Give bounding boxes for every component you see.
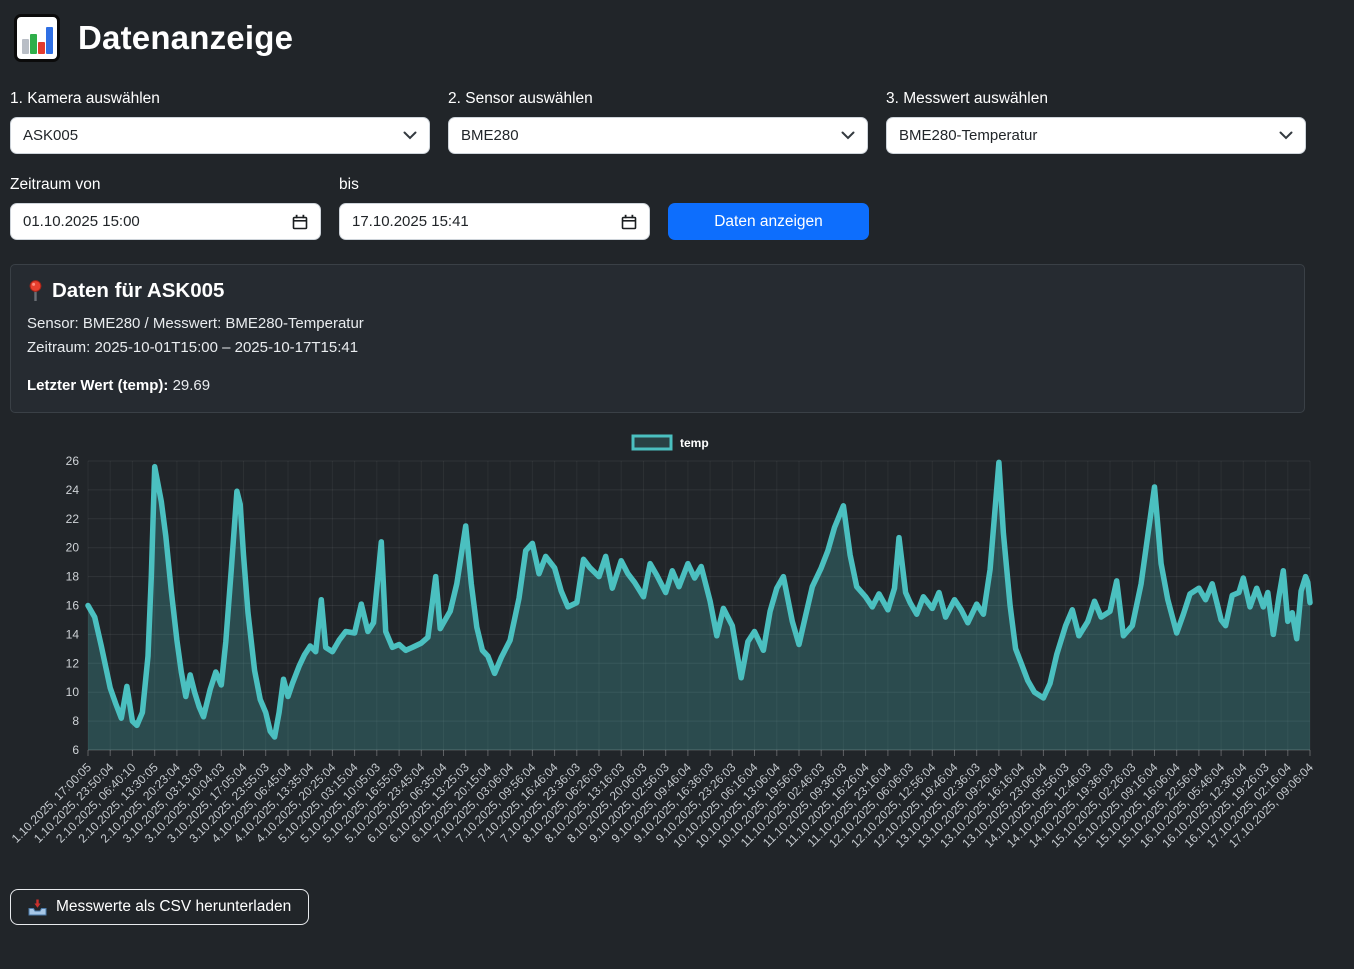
svg-text:10: 10 — [66, 685, 80, 699]
calendar-icon — [621, 214, 637, 230]
last-value-line: Letzter Wert (temp): 29.69 — [27, 377, 1288, 394]
chevron-down-icon — [403, 131, 417, 140]
date-from-value: 01.10.2025 15:00 — [23, 213, 140, 230]
inbox-tray-icon — [28, 899, 47, 916]
page-title: Datenanzeige — [78, 19, 293, 57]
date-row: Zeitraum von 01.10.2025 15:00 bis 17.10.… — [10, 176, 1344, 240]
period-info-line: Zeitraum: 2025-10-01T15:00 – 2025-10-17T… — [27, 336, 1288, 360]
svg-text:22: 22 — [66, 512, 80, 526]
show-data-button[interactable]: Daten anzeigen — [668, 203, 869, 240]
app-header: Datenanzeige — [14, 14, 1344, 62]
chevron-down-icon — [1279, 131, 1293, 140]
date-to-input[interactable]: 17.10.2025 15:41 — [339, 203, 650, 240]
measurement-select-value: BME280-Temperatur — [899, 127, 1037, 144]
download-csv-label: Messwerte als CSV herunterladen — [56, 898, 291, 916]
svg-text:8: 8 — [72, 714, 79, 728]
date-from-label: Zeitraum von — [10, 176, 321, 194]
sensor-select-value: BME280 — [461, 127, 519, 144]
last-value-label: Letzter Wert (temp): — [27, 377, 168, 394]
calendar-icon — [292, 214, 308, 230]
chart-canvas[interactable]: 681012141618202224261.10.2025, 17:00:051… — [10, 427, 1344, 887]
svg-text:12: 12 — [66, 656, 80, 670]
datenanzeige-page: Datenanzeige 1. Kamera auswählen ASK005 … — [0, 14, 1354, 925]
svg-text:16: 16 — [66, 599, 80, 613]
svg-text:24: 24 — [66, 483, 80, 497]
svg-text:temp: temp — [680, 436, 709, 450]
camera-select[interactable]: ASK005 — [10, 117, 430, 154]
temperature-line-chart[interactable]: 681012141618202224261.10.2025, 17:00:051… — [10, 427, 1344, 887]
round-pushpin-icon — [27, 280, 44, 302]
measurement-select[interactable]: BME280-Temperatur — [886, 117, 1306, 154]
chevron-down-icon — [841, 131, 855, 140]
svg-text:6: 6 — [72, 743, 79, 757]
date-to-value: 17.10.2025 15:41 — [352, 213, 469, 230]
info-panel-title: Daten für ASK005 — [52, 279, 224, 303]
svg-text:14: 14 — [66, 627, 80, 641]
camera-select-label: 1. Kamera auswählen — [10, 90, 430, 108]
date-to-label: bis — [339, 176, 650, 194]
svg-text:18: 18 — [66, 570, 80, 584]
sensor-select-label: 2. Sensor auswählen — [448, 90, 868, 108]
last-value: 29.69 — [173, 377, 211, 394]
sensor-info-line: Sensor: BME280 / Messwert: BME280-Temper… — [27, 312, 1288, 336]
download-csv-button[interactable]: Messwerte als CSV herunterladen — [10, 889, 309, 925]
svg-text:20: 20 — [66, 541, 80, 555]
select-row: 1. Kamera auswählen ASK005 2. Sensor aus… — [10, 90, 1344, 154]
svg-text:26: 26 — [66, 454, 80, 468]
sensor-select[interactable]: BME280 — [448, 117, 868, 154]
info-panel: Daten für ASK005 Sensor: BME280 / Messwe… — [10, 264, 1305, 413]
date-from-input[interactable]: 01.10.2025 15:00 — [10, 203, 321, 240]
measurement-select-label: 3. Messwert auswählen — [886, 90, 1306, 108]
bar-chart-icon — [14, 14, 60, 62]
camera-select-value: ASK005 — [23, 127, 78, 144]
